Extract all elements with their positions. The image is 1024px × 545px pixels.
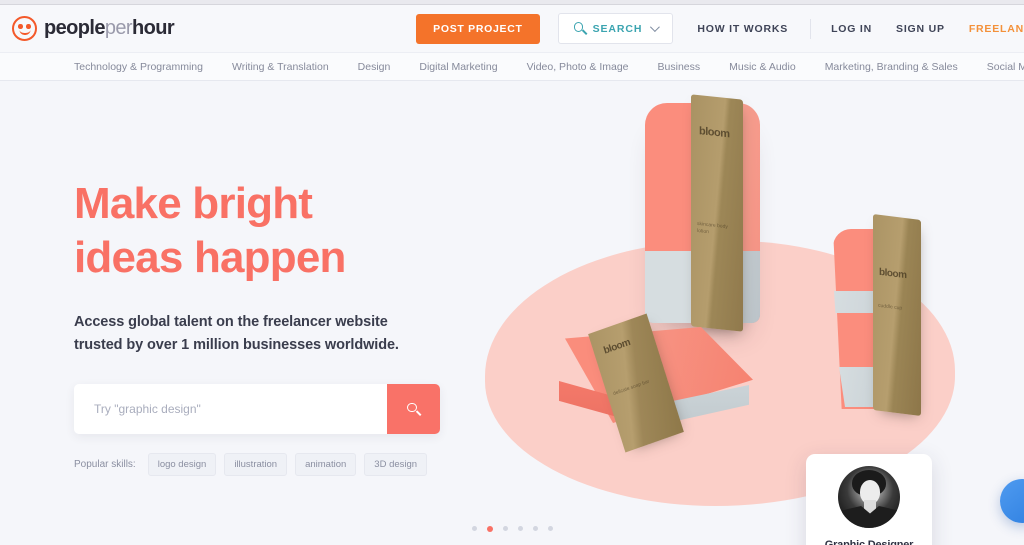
smiley-eye-right-icon xyxy=(26,24,31,29)
headline-line-2: ideas happen xyxy=(74,233,346,282)
post-project-button[interactable]: POST PROJECT xyxy=(416,13,540,44)
hero-artwork: bloom skincare body lotion bloom cuddle … xyxy=(455,81,1024,545)
logo-text: peopleperhour xyxy=(44,17,175,40)
search-icon xyxy=(573,22,588,35)
carousel-dot-2[interactable] xyxy=(486,526,493,532)
search-input[interactable] xyxy=(74,384,387,434)
category-design[interactable]: Design xyxy=(358,61,391,73)
search-dropdown-button[interactable]: SEARCH xyxy=(557,13,674,44)
product-box-package: bloom delicate soap bar xyxy=(553,313,753,462)
freelancer-role: Graphic Designer xyxy=(824,539,914,545)
subhead-line-1: Access global talent on the freelancer w… xyxy=(74,314,388,330)
carousel-dot-3[interactable] xyxy=(502,526,508,531)
avatar xyxy=(838,466,900,528)
popular-skills-label: Popular skills: xyxy=(74,459,136,470)
category-writing-translation[interactable]: Writing & Translation xyxy=(232,61,329,73)
logo-people: people xyxy=(44,17,105,39)
carousel-dot-1[interactable] xyxy=(471,526,477,531)
category-digital-marketing[interactable]: Digital Marketing xyxy=(419,61,497,73)
carousel-dot-4[interactable] xyxy=(517,526,523,531)
logo[interactable]: peopleperhour xyxy=(12,16,175,41)
cup-caption: cuddle cup xyxy=(878,302,903,312)
product-tube-package: bloom skincare body lotion xyxy=(645,94,760,332)
smiley-eye-left-icon xyxy=(18,24,23,29)
product-cup-package: bloom cuddle cup xyxy=(833,214,925,416)
box-caption: delicate soap bar xyxy=(612,378,651,398)
chevron-down-icon xyxy=(650,22,661,33)
carousel-dot-6[interactable] xyxy=(547,526,553,531)
hero-subheading: Access global talent on the freelancer w… xyxy=(74,311,474,357)
logo-hour: hour xyxy=(131,17,175,39)
smiley-mouth-icon xyxy=(19,30,30,35)
skill-tag-logo-design[interactable]: logo design xyxy=(147,453,217,476)
category-technology-programming[interactable]: Technology & Programming xyxy=(74,61,203,73)
subhead-line-2: trusted by over 1 million businesses wor… xyxy=(74,337,399,353)
cup-sleeve: bloom cuddle cup xyxy=(873,214,921,416)
hero-search-bar xyxy=(74,384,440,434)
hero-section: Make bright ideas happen Access global t… xyxy=(0,81,1024,545)
carousel-dot-5[interactable] xyxy=(532,526,538,531)
carousel-dots xyxy=(0,526,1024,532)
log-in-link[interactable]: LOG IN xyxy=(831,23,872,35)
smiley-face-icon xyxy=(12,16,37,41)
freelancer-link[interactable]: FREELAN xyxy=(969,23,1024,35)
category-nav-items: Technology & Programming Writing & Trans… xyxy=(0,61,1024,73)
category-marketing-branding-sales[interactable]: Marketing, Branding & Sales xyxy=(825,61,958,73)
category-social-media[interactable]: Social Media xyxy=(987,61,1024,73)
skill-tag-3d-design[interactable]: 3D design xyxy=(364,453,428,476)
header-actions: POST PROJECT SEARCH HOW IT WORKS LOG IN … xyxy=(416,13,1024,44)
category-video-photo-image[interactable]: Video, Photo & Image xyxy=(527,61,629,73)
popular-skills: Popular skills: logo design illustration… xyxy=(74,453,474,476)
category-music-audio[interactable]: Music & Audio xyxy=(729,61,796,73)
sign-up-link[interactable]: SIGN UP xyxy=(896,23,945,35)
skill-tag-animation[interactable]: animation xyxy=(295,453,357,476)
category-business[interactable]: Business xyxy=(658,61,701,73)
headline-line-1: Make bright xyxy=(74,179,313,228)
how-it-works-link[interactable]: HOW IT WORKS xyxy=(697,23,788,35)
hero-search-button[interactable] xyxy=(387,384,440,434)
tube-caption: skincare body lotion xyxy=(697,220,728,236)
page-title: Make bright ideas happen xyxy=(74,177,474,285)
skill-tag-illustration[interactable]: illustration xyxy=(224,453,288,476)
category-nav: Technology & Programming Writing & Trans… xyxy=(0,52,1024,81)
hero-copy: Make bright ideas happen Access global t… xyxy=(74,177,474,476)
product-brand-label: bloom xyxy=(602,336,632,357)
logo-per: per xyxy=(104,17,133,39)
page-root: peopleperhour POST PROJECT SEARCH HOW IT… xyxy=(0,0,1024,545)
search-dropdown-label: SEARCH xyxy=(592,22,643,35)
product-brand-label: bloom xyxy=(879,266,907,282)
search-icon xyxy=(407,402,421,416)
site-header: peopleperhour POST PROJECT SEARCH HOW IT… xyxy=(0,5,1024,52)
tube-sleeve: bloom skincare body lotion xyxy=(691,94,743,332)
header-divider xyxy=(810,18,812,39)
product-brand-label: bloom xyxy=(699,125,730,141)
